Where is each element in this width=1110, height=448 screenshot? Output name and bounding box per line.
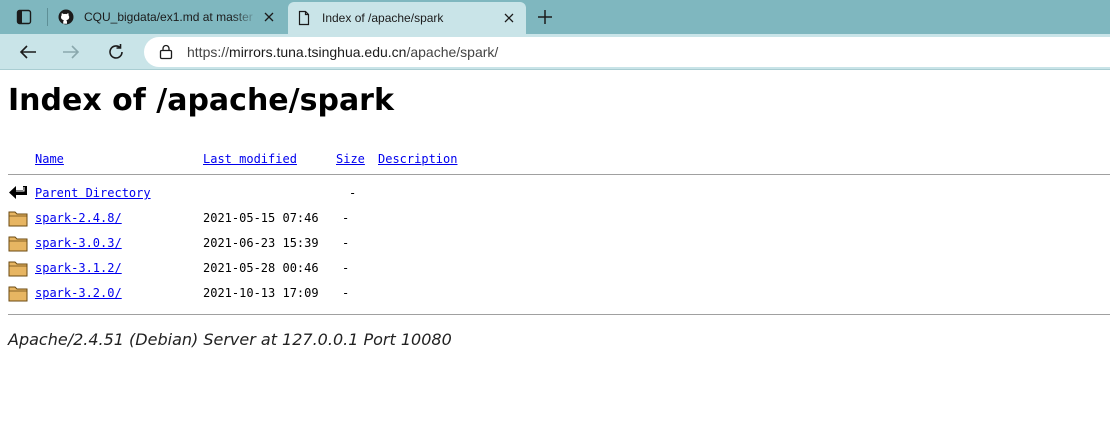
reload-icon [109, 44, 123, 59]
entry-link[interactable]: spark-3.1.2/ [35, 261, 122, 275]
server-signature: Apache/2.4.51 (Debian) Server at 127.0.0… [8, 330, 452, 349]
table-row: spark-2.4.8/ 2021-05-15 07:46 - [0, 208, 1110, 230]
sort-by-description-link[interactable]: Description [378, 152, 457, 166]
size-cell: - [342, 261, 350, 275]
folder-icon [8, 236, 28, 252]
sort-by-size-link[interactable]: Size [336, 152, 365, 166]
url-path: /apache/spark/ [406, 44, 499, 60]
url-scheme: https:// [187, 44, 230, 60]
modified-cell: 2021-06-23 15:39 [203, 236, 319, 250]
back-button[interactable] [14, 38, 42, 66]
page-icon [298, 10, 310, 26]
tab-close-button[interactable] [498, 7, 520, 29]
arrow-right-icon [63, 45, 80, 59]
entry-link[interactable]: spark-3.2.0/ [35, 286, 122, 300]
modified-cell: 2021-05-15 07:46 [203, 211, 319, 225]
url-host: mirrors.tuna.tsinghua.edu.cn [229, 44, 407, 60]
page-title: Index of /apache/spark [8, 83, 394, 118]
folder-icon [8, 286, 28, 302]
folder-icon [8, 261, 28, 277]
arrow-left-icon [19, 45, 36, 59]
tab-close-button[interactable] [258, 6, 280, 28]
size-cell: - [342, 286, 350, 300]
tab-separator [47, 8, 48, 26]
listing-header: Name Last modified Size Description [0, 152, 1110, 168]
entry-link[interactable]: spark-3.0.3/ [35, 236, 122, 250]
page-content: Index of /apache/spark Name Last modifie… [0, 71, 1110, 448]
tab-bar: CQU_bigdata/ex1.md at master · Index of … [0, 0, 1110, 34]
tab-title: Index of /apache/spark [322, 11, 444, 25]
tab-actions-button[interactable] [8, 5, 40, 29]
sort-by-last-modified-link[interactable]: Last modified [203, 152, 297, 166]
close-icon [504, 13, 514, 23]
reload-button[interactable] [102, 38, 130, 66]
size-cell: - [342, 211, 350, 225]
parent-directory-row: Parent Directory - [0, 183, 1110, 205]
tab-index-of-apache-spark[interactable]: Index of /apache/spark [288, 2, 526, 34]
table-row: spark-3.1.2/ 2021-05-28 00:46 - [0, 258, 1110, 280]
url-text: https://mirrors.tuna.tsinghua.edu.cn/apa… [187, 44, 498, 60]
lock-icon[interactable] [159, 44, 173, 60]
forward-button[interactable] [57, 38, 85, 66]
tab-github[interactable]: CQU_bigdata/ex1.md at master · [50, 2, 286, 32]
tab-actions-icon [16, 9, 32, 25]
close-icon [264, 12, 274, 22]
entry-link[interactable]: spark-2.4.8/ [35, 211, 122, 225]
sort-by-name-link[interactable]: Name [35, 152, 64, 166]
plus-icon [538, 10, 552, 24]
browser-toolbar: https://mirrors.tuna.tsinghua.edu.cn/apa… [0, 34, 1110, 70]
size-cell: - [349, 186, 357, 200]
parent-directory-link[interactable]: Parent Directory [35, 186, 151, 200]
tab-title: CQU_bigdata/ex1.md at master · [84, 10, 258, 24]
divider [8, 174, 1110, 175]
address-bar[interactable]: https://mirrors.tuna.tsinghua.edu.cn/apa… [144, 37, 1110, 67]
divider [8, 314, 1110, 315]
folder-icon [8, 211, 28, 227]
modified-cell: 2021-05-28 00:46 [203, 261, 319, 275]
github-icon [58, 9, 74, 25]
table-row: spark-3.0.3/ 2021-06-23 15:39 - [0, 233, 1110, 255]
new-tab-button[interactable] [533, 5, 557, 29]
back-arrow-icon [9, 186, 27, 199]
size-cell: - [342, 236, 350, 250]
table-row: spark-3.2.0/ 2021-10-13 17:09 - [0, 283, 1110, 305]
modified-cell: 2021-10-13 17:09 [203, 286, 319, 300]
